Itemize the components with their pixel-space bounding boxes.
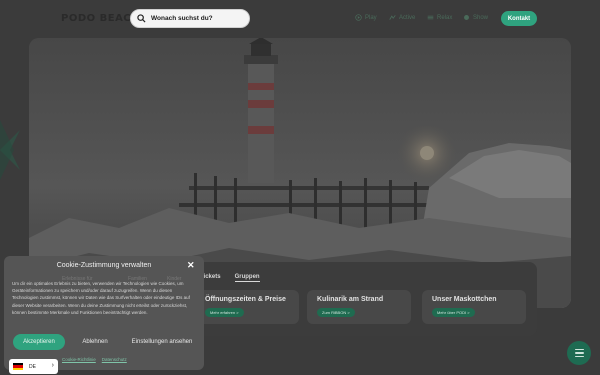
chevron-right-icon: ›	[51, 362, 54, 369]
tab-gruppen[interactable]: Gruppen	[234, 274, 260, 282]
card-title: Öffnungszeiten & Preise	[205, 296, 286, 303]
show-icon	[464, 15, 469, 20]
nav-item-relax[interactable]: Relax	[427, 14, 452, 21]
nav-label-relax: Relax	[437, 14, 453, 21]
play-icon	[355, 14, 362, 21]
accept-button[interactable]: Akzeptieren	[13, 334, 65, 350]
cookie-consent-dialog: Cookie-Zustimmung verwalten ✕ Erlebnisse…	[4, 256, 204, 370]
site-logo[interactable]: PODO BEACH	[61, 13, 140, 24]
search-icon	[137, 14, 146, 23]
search-placeholder: Wonach suchst du?	[151, 15, 213, 22]
active-icon	[389, 15, 396, 20]
menu-line-icon	[574, 352, 584, 354]
site-header: PODO BEACH Wonach suchst du? Play Active…	[0, 0, 600, 38]
nav-item-show[interactable]: Show	[463, 14, 488, 21]
card-culinary[interactable]: Kulinarik am Strand Zum RiBBON >	[307, 290, 411, 324]
contact-button[interactable]: Kontakt	[501, 11, 537, 26]
nav-label-show: Show	[473, 14, 489, 21]
info-tabs: Tickets Gruppen	[200, 274, 260, 282]
info-panel: Tickets Gruppen Öffnungszeiten & Preise …	[190, 262, 537, 336]
settings-button[interactable]: Einstellungen ansehen	[123, 334, 201, 350]
cookie-policy-link[interactable]: Cookie-Richtlinie	[62, 357, 96, 362]
decorative-star-icon	[0, 120, 20, 180]
card-button[interactable]: Mehr über PODI >	[432, 308, 475, 317]
nav-label-play: Play	[365, 14, 377, 21]
cookie-description: Um dir ein optimales Erlebnis zu bieten,…	[12, 281, 190, 315]
decline-button[interactable]: Ablehnen	[70, 334, 120, 350]
card-button[interactable]: Zum RiBBON >	[317, 308, 355, 317]
menu-button[interactable]	[567, 341, 591, 365]
card-opening-hours[interactable]: Öffnungszeiten & Preise Mehr erfahren >	[195, 290, 299, 324]
search-field[interactable]: Wonach suchst du?	[130, 9, 250, 28]
nav-item-play[interactable]: Play	[355, 14, 377, 21]
cookie-title: Cookie-Zustimmung verwalten	[56, 262, 152, 269]
german-flag-icon	[13, 363, 23, 370]
close-icon[interactable]: ✕	[187, 260, 195, 271]
cookie-links: Cookie-Richtlinie Datenschutz	[62, 357, 127, 362]
menu-line-icon	[574, 355, 584, 358]
card-button[interactable]: Mehr erfahren >	[205, 308, 244, 317]
card-title: Unser Maskottchen	[432, 296, 497, 303]
card-mascot[interactable]: Unser Maskottchen Mehr über PODI >	[422, 290, 526, 324]
nav-label-active: Active	[399, 14, 416, 21]
nav-item-active[interactable]: Active	[389, 14, 415, 21]
relax-icon	[427, 15, 434, 20]
language-selector[interactable]: DE ›	[9, 359, 58, 374]
card-title: Kulinarik am Strand	[317, 296, 384, 303]
language-label: DE	[29, 363, 36, 370]
menu-line-icon	[574, 348, 584, 351]
privacy-link[interactable]: Datenschutz	[102, 357, 127, 362]
